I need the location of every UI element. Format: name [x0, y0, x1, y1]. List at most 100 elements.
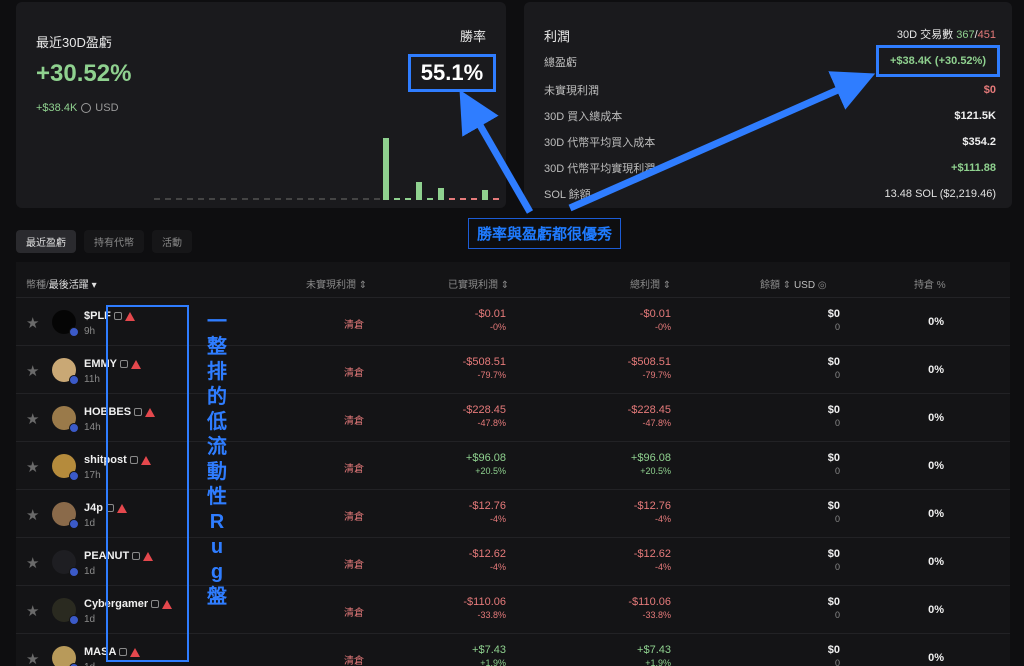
annotation-char: 低 — [207, 411, 227, 433]
realized-pct: -33.8% — [477, 610, 506, 620]
header-last-active[interactable]: 最後活躍 — [49, 280, 89, 291]
profit-row-label: 30D 代幣平均買入成本 — [544, 137, 656, 149]
pnl-title: 最近30D盈虧 — [36, 35, 112, 50]
table-header: 幣種/最後活躍 ▾ 未實現利潤 ⇕ 已實現利潤 ⇕ 總利潤 ⇕ 餘額 ⇕ USD… — [16, 262, 1010, 298]
total-pct: -4% — [654, 562, 671, 572]
realized-cell: -$12.62 -4% — [386, 548, 506, 572]
total-pct: -79.7% — [642, 370, 671, 380]
chain-badge-icon — [69, 327, 79, 337]
pnl-bar — [187, 198, 193, 200]
pnl-card: 最近30D盈虧 +30.52% +$38.4K USD 勝率 55.1% — [16, 2, 506, 208]
profit-row-label: 總盈虧 — [544, 57, 577, 69]
header-realized[interactable]: 已實現利潤 ⇕ — [448, 276, 509, 291]
annotation-char: 流 — [207, 436, 227, 458]
token-avatar — [52, 550, 79, 577]
pnl-bar — [374, 198, 380, 200]
star-icon[interactable]: ★ — [26, 314, 39, 332]
balance-value: $0 — [827, 404, 840, 416]
profit-row-buy-cost: 30D 買入總成本 $121.5K — [544, 108, 996, 124]
total-pct: -4% — [654, 514, 671, 524]
total-cell: +$7.43 +1.9% — [551, 644, 671, 666]
total-value: +$96.08 — [630, 452, 671, 464]
winrate-label: 勝率 — [459, 29, 486, 44]
token-age: 17h — [84, 470, 101, 481]
chain-badge-icon — [69, 615, 79, 625]
header-total[interactable]: 總利潤 ⇕ — [630, 276, 671, 291]
header-balance-label: 餘額 — [760, 280, 780, 291]
profit-row-avg-realized: 30D 代幣平均實現利潤 +$111.88 — [544, 160, 996, 176]
pnl-bar — [297, 198, 303, 200]
trade-count: 30D 交易數 367/451 — [897, 26, 996, 42]
total-value: -$508.51 — [627, 356, 671, 368]
sort-icon[interactable]: ▾ — [92, 280, 97, 291]
realized-value: +$96.08 — [465, 452, 506, 464]
realized-value: -$110.06 — [463, 596, 506, 608]
chain-badge-icon — [69, 423, 79, 433]
annotation-char: 盤 — [207, 586, 227, 608]
token-age: 1d — [84, 518, 96, 529]
star-icon[interactable]: ★ — [26, 506, 39, 524]
pnl-bar — [394, 198, 400, 200]
star-icon[interactable]: ★ — [26, 554, 39, 572]
pnl-bar — [460, 198, 466, 200]
realized-cell: -$0.01 -0% — [386, 308, 506, 332]
profit-row-label: 30D 買入總成本 — [544, 111, 623, 123]
profit-card: 利潤 30D 交易數 367/451 總盈虧 +$38.4K (+30.52%)… — [524, 2, 1012, 208]
unrealized-status: 清倉 — [344, 656, 364, 666]
balance-value: $0 — [827, 548, 840, 560]
holding-pct: 0% — [928, 604, 944, 616]
pnl-bar — [383, 138, 389, 200]
annotation-char: u — [210, 536, 224, 558]
star-icon[interactable]: ★ — [26, 650, 39, 666]
balance-amount: 0 — [834, 418, 840, 428]
pnl-bar — [209, 198, 215, 200]
balance-value: $0 — [827, 308, 840, 320]
currency-toggle-icon[interactable]: ◎ — [818, 280, 827, 291]
header-unrealized[interactable]: 未實現利潤 ⇕ — [306, 276, 367, 291]
token-avatar — [52, 406, 79, 433]
pnl-bar — [330, 198, 336, 200]
profit-row-value: $121.5K — [954, 110, 996, 122]
tab-activity[interactable]: 活動 — [152, 230, 192, 253]
token-age: 1d — [84, 662, 95, 666]
balance-value: $0 — [827, 452, 840, 464]
total-value: -$12.76 — [633, 500, 671, 512]
header-balance[interactable]: 餘額 ⇕ USD ◎ — [760, 276, 827, 291]
pnl-percent: +30.52% — [36, 60, 132, 87]
pnl-bar — [363, 198, 369, 200]
realized-cell: -$508.51 -79.7% — [386, 356, 506, 380]
balance-cell: $0 0 — [780, 356, 840, 380]
token-age: 1d — [84, 614, 96, 625]
header-usd-toggle[interactable]: USD — [794, 280, 815, 291]
star-icon[interactable]: ★ — [26, 362, 39, 380]
pnl-bar — [471, 198, 477, 200]
winrate-value: 55.1% — [420, 60, 484, 85]
total-cell: -$12.76 -4% — [551, 500, 671, 524]
star-icon[interactable]: ★ — [26, 602, 39, 620]
token-age: 1d — [84, 566, 96, 577]
tab-recent-pnl[interactable]: 最近盈虧 — [16, 230, 76, 253]
total-value: -$110.06 — [628, 596, 671, 608]
currency-toggle-icon[interactable] — [81, 103, 92, 113]
pnl-bar — [405, 198, 411, 200]
pnl-bar — [154, 198, 160, 200]
unrealized-status: 清倉 — [344, 320, 364, 331]
annotation-good-stats: 勝率與盈虧都很優秀 — [468, 218, 622, 249]
tab-holdings[interactable]: 持有代幣 — [84, 230, 144, 253]
balance-value: $0 — [827, 644, 840, 656]
unrealized-status: 清倉 — [344, 464, 364, 475]
pnl-bar — [427, 198, 433, 200]
trade-count-wins: 367 — [956, 29, 975, 41]
total-cell: -$12.62 -4% — [551, 548, 671, 572]
token-name[interactable]: J4p — [84, 502, 103, 514]
total-value: -$228.45 — [627, 404, 671, 416]
star-icon[interactable]: ★ — [26, 458, 39, 476]
annotation-char: g — [210, 561, 224, 583]
holding-pct: 0% — [928, 412, 944, 424]
pnl-bar — [220, 198, 226, 200]
header-realized-label: 已實現利潤 — [448, 280, 498, 291]
balance-cell: $0 0 — [780, 548, 840, 572]
token-age: 11h — [84, 374, 100, 385]
total-pnl-highlight-box: +$38.4K (+30.52%) — [876, 45, 1000, 77]
star-icon[interactable]: ★ — [26, 410, 39, 428]
